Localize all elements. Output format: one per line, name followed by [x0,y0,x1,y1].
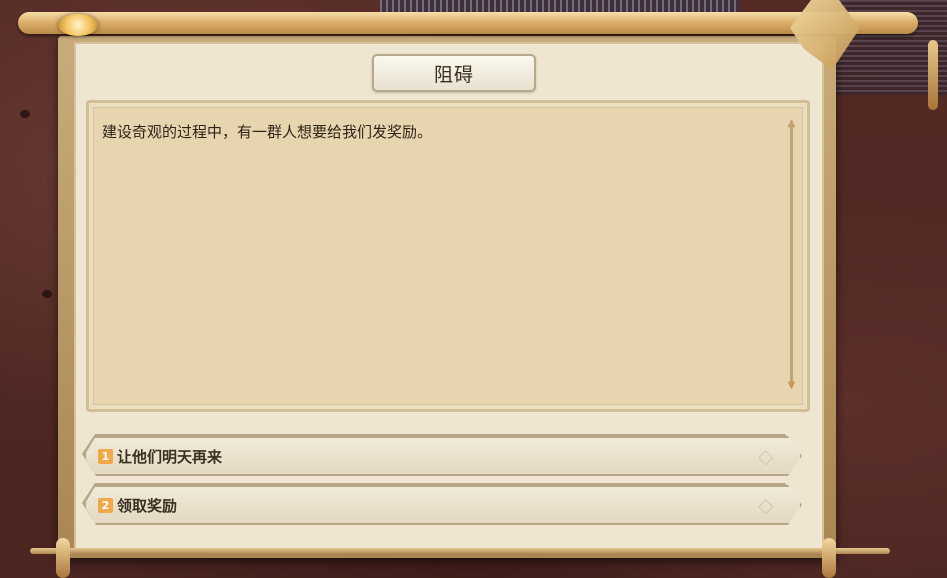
option-1-button[interactable]: 1 让他们明天再来 ◇ [84,436,802,476]
message-scrollbar[interactable] [790,120,793,388]
scroll-pin-right [822,538,836,578]
option-2-button[interactable]: 2 领取奖励 ◇ [84,485,802,525]
tassel-ornament [928,40,938,110]
scroll-rod-bottom [30,548,890,554]
background-detail [42,290,52,298]
message-box [86,100,810,412]
chevron-right-icon: ◇ [758,444,774,468]
chevron-right-icon: ◇ [758,493,774,517]
option-number-badge: 1 [98,449,113,464]
background-building-top [380,0,740,12]
scroll-down-icon[interactable]: ▼ [786,380,797,391]
scroll-rod-top [18,12,918,34]
dialog-message: 建设奇观的过程中，有一群人想要给我们发奖励。 [102,123,433,141]
background-detail [20,110,30,118]
dialog-title: 阻碍 [372,54,536,92]
option-number-badge: 2 [98,498,113,513]
scroll-pin-left [56,538,70,578]
option-label: 让他们明天再来 [117,447,223,466]
scroll-rod-knob [58,14,98,36]
option-label: 领取奖励 [117,496,178,515]
